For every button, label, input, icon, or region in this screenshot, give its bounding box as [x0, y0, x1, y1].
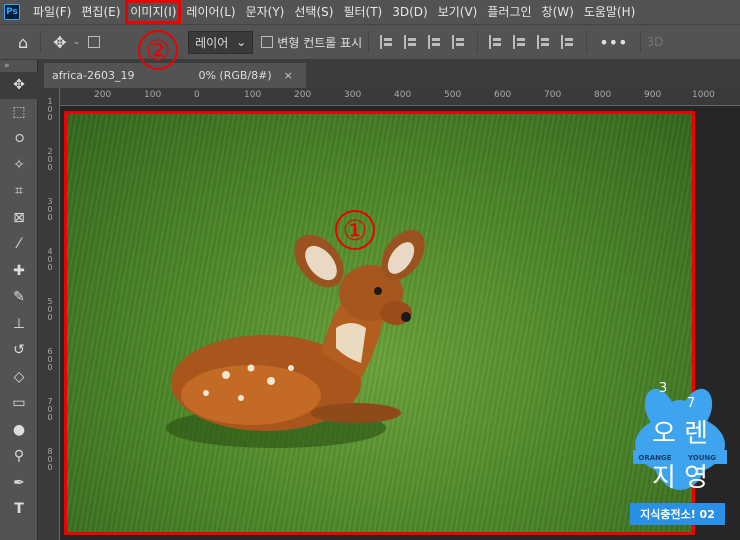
panel-collapse-icon[interactable]: »	[0, 60, 37, 72]
watermark-line2: 지 영	[652, 463, 708, 493]
document-tab-title: africa-2603_19	[52, 69, 135, 82]
dodge-tool-icon[interactable]: ⚲	[0, 443, 38, 470]
ruler-label: 3 0 0	[47, 197, 53, 222]
align-bottom-icon[interactable]	[537, 35, 551, 49]
align-center-icon[interactable]	[404, 35, 418, 49]
move-tool-icon[interactable]: ✥	[0, 72, 38, 99]
ruler-label: 200	[94, 90, 112, 100]
marquee-tool-icon[interactable]: ⬚	[0, 99, 38, 126]
watermark-number-3: 3	[659, 381, 667, 396]
eraser-tool-icon[interactable]: ◇	[0, 364, 38, 391]
align-left-icon[interactable]	[380, 35, 394, 49]
divider	[639, 31, 641, 53]
ruler-label: 800	[594, 90, 612, 100]
options-bar: ⌂ ✥ ⌄ 레이어 ⌄ 변형 컨트롤 표시 ••• 3D	[0, 24, 740, 60]
magic-wand-icon[interactable]: ✧	[0, 152, 38, 179]
document-tab-mode: 0% (RGB/8#)	[198, 69, 272, 82]
menu-help[interactable]: 도움말(H)	[579, 0, 641, 24]
ruler-label: 0	[194, 90, 200, 100]
menu-select[interactable]: 선택(S)	[289, 0, 338, 24]
ruler-label: 900	[644, 90, 662, 100]
divider	[586, 31, 588, 53]
pen-tool-icon[interactable]: ✒	[0, 470, 38, 497]
ruler-label: 6 0 0	[47, 347, 53, 372]
gradient-tool-icon[interactable]: ▭	[0, 390, 38, 417]
divider	[40, 31, 42, 53]
chevron-down-icon[interactable]: ⌄	[73, 37, 81, 47]
layer-dropdown[interactable]: 레이어 ⌄	[188, 30, 254, 54]
type-tool-icon[interactable]: T	[0, 496, 38, 523]
lasso-tool-icon[interactable]: ഠ	[0, 125, 38, 152]
transform-controls-label: 변형 컨트롤 표시	[277, 35, 363, 50]
ruler-label: 400	[394, 90, 412, 100]
3d-mode-label[interactable]: 3D	[647, 35, 664, 49]
divider	[368, 31, 370, 53]
ruler-label: 4 0 0	[47, 247, 53, 272]
stamp-tool-icon[interactable]: ⊥	[0, 311, 38, 338]
menu-image[interactable]: 이미지(I)	[125, 0, 182, 24]
align-top-icon[interactable]	[489, 35, 503, 49]
ruler-label: 5 0 0	[47, 297, 53, 322]
distribute-icon[interactable]	[452, 35, 466, 49]
tools-panel: » ✥ ⬚ ഠ ✧ ⌗ ⊠ ⁄ ✚ ✎ ⊥ ↺ ◇ ▭ ● ⚲ ✒ T	[0, 60, 38, 540]
chevron-down-icon: ⌄	[236, 35, 247, 49]
menu-type[interactable]: 문자(Y)	[241, 0, 290, 24]
annotation-2: ②	[138, 30, 178, 70]
horizontal-ruler: 200 100 0 100 200 300 400 500 600 700 80…	[60, 88, 740, 106]
layer-dropdown-label: 레이어	[195, 35, 229, 50]
photoshop-logo-icon: Ps	[4, 4, 20, 20]
transform-controls-checkbox[interactable]	[261, 36, 274, 48]
watermark-young: YOUNG	[687, 454, 716, 462]
menu-file[interactable]: 파일(F)	[28, 0, 76, 24]
crop-tool-icon[interactable]: ⌗	[0, 178, 38, 205]
document-tab[interactable]: africa-2603_19 0% (RGB/8#) ×	[44, 63, 306, 88]
move-tool-icon[interactable]: ✥	[53, 33, 66, 52]
close-icon[interactable]: ×	[284, 69, 293, 82]
frame-tool-icon[interactable]: ⊠	[0, 205, 38, 232]
ruler-label: 7 0 0	[47, 397, 53, 422]
ruler-label: 200	[294, 90, 312, 100]
watermark-number-7: 7	[687, 396, 695, 411]
history-brush-icon[interactable]: ↺	[0, 337, 38, 364]
divider	[477, 31, 479, 53]
annotation-1: ①	[335, 210, 375, 250]
healing-brush-icon[interactable]: ✚	[0, 258, 38, 285]
ruler-label: 600	[494, 90, 512, 100]
ruler-label: 1 0 0	[47, 97, 53, 122]
watermark-orange: ORANGE	[638, 454, 671, 462]
ruler-label: 300	[344, 90, 362, 100]
ruler-label: 100	[244, 90, 262, 100]
ruler-label: 2 0 0	[47, 147, 53, 172]
menu-bar: Ps 파일(F) 편집(E) 이미지(I) 레이어(L) 문자(Y) 선택(S)…	[0, 0, 740, 24]
blur-tool-icon[interactable]: ●	[0, 417, 38, 444]
menu-layer[interactable]: 레이어(L)	[181, 0, 240, 24]
menu-window[interactable]: 창(W)	[537, 0, 579, 24]
menu-view[interactable]: 보기(V)	[433, 0, 483, 24]
align-middle-icon[interactable]	[513, 35, 527, 49]
menu-filter[interactable]: 필터(T)	[338, 0, 387, 24]
more-options-icon[interactable]: •••	[599, 33, 627, 52]
ruler-label: 1000	[692, 90, 715, 100]
ruler-label: 500	[444, 90, 462, 100]
eyedropper-tool-icon[interactable]: ⁄	[0, 231, 38, 258]
canvas-highlight-frame	[64, 111, 695, 535]
brush-tool-icon[interactable]: ✎	[0, 284, 38, 311]
menu-plugins[interactable]: 플러그인	[482, 0, 536, 24]
ruler-label: 700	[544, 90, 562, 100]
menu-edit[interactable]: 편집(E)	[76, 0, 125, 24]
ruler-label: 8 0 0	[47, 447, 53, 472]
align-right-icon[interactable]	[428, 35, 442, 49]
watermark-bar: 지식충전소! 02	[630, 503, 725, 525]
menu-3d[interactable]: 3D(D)	[387, 0, 432, 24]
watermark-line1: 오 렌	[652, 419, 708, 449]
auto-select-checkbox[interactable]	[88, 36, 101, 48]
home-icon[interactable]: ⌂	[18, 33, 28, 52]
vertical-ruler: 1 0 0 2 0 0 3 0 0 4 0 0 5 0 0 6 0 0 7 0 …	[38, 88, 60, 540]
ruler-label: 100	[144, 90, 162, 100]
distribute-vertical-icon[interactable]	[561, 35, 575, 49]
